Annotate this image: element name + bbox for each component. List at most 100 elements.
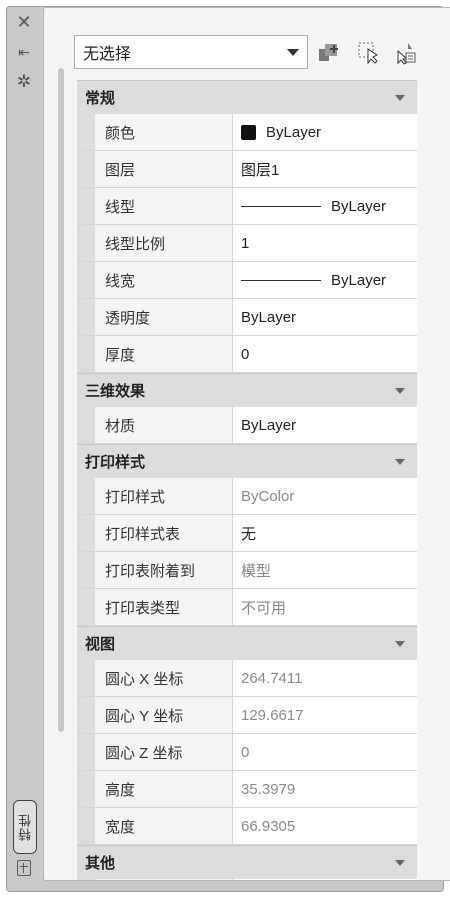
category-header[interactable]: 常规	[77, 80, 417, 114]
property-row[interactable]: 打印表附着到 模型	[77, 552, 417, 589]
property-value-text: ByLayer	[241, 416, 297, 434]
property-value-text: 66.9305	[241, 817, 296, 835]
property-value[interactable]: 0	[233, 336, 417, 372]
auto-hide-icon[interactable]: ⇤	[13, 41, 35, 63]
line-sample	[241, 279, 321, 281]
property-row[interactable]: 打印样式表无	[77, 515, 417, 552]
property-name: 注释比例	[95, 879, 233, 880]
row-indent	[77, 188, 95, 224]
property-value[interactable]: ByLayer	[233, 114, 417, 150]
chevron-down-icon[interactable]	[395, 459, 405, 465]
property-value-text: 35.3979	[241, 780, 296, 798]
property-value-text: ByLayer	[331, 197, 387, 215]
row-indent	[77, 114, 95, 150]
selection-dropdown[interactable]: 无选择	[74, 35, 308, 69]
property-value: 66.9305	[233, 808, 417, 844]
palette-titlebar: ✕ ⇤ ✲ 特性	[7, 7, 43, 891]
row-indent	[77, 225, 95, 261]
category-header[interactable]: 视图	[77, 626, 417, 660]
select-objects-icon[interactable]	[357, 41, 381, 65]
property-value[interactable]: ByLayer	[233, 188, 417, 224]
property-value-text: 1	[241, 234, 250, 252]
property-value[interactable]: ByLayer	[233, 262, 417, 298]
close-icon[interactable]: ✕	[13, 11, 35, 33]
property-row[interactable]: 圆心 X 坐标 264.7411	[77, 660, 417, 697]
category-name: 打印样式	[85, 454, 146, 471]
property-name: 颜色	[95, 114, 233, 150]
property-name: 透明度	[95, 299, 233, 335]
property-row[interactable]: 打印样式 ByColor	[77, 478, 417, 515]
row-indent	[77, 660, 95, 696]
row-indent	[77, 879, 95, 880]
property-name: 圆心 Z 坐标	[95, 734, 233, 770]
row-indent	[77, 262, 95, 298]
scrollbar[interactable]	[58, 68, 64, 732]
property-row[interactable]: 打印表类型 不可用	[77, 589, 417, 626]
property-row[interactable]: 注释比例1:1	[77, 879, 417, 880]
property-row[interactable]: 圆心 Z 坐标 0	[77, 734, 417, 771]
property-name: 图层	[95, 151, 233, 187]
property-value: 35.3979	[233, 771, 417, 807]
category-header[interactable]: 打印样式	[77, 444, 417, 478]
property-row[interactable]: 圆心 Y 坐标 129.6617	[77, 697, 417, 734]
property-name: 打印表类型	[95, 589, 233, 625]
property-value-text: ByLayer	[241, 308, 297, 326]
chevron-down-icon[interactable]	[395, 860, 405, 866]
properties-panel: 无选择 常规 颜色 ByLayer 图层 图层1 线型 ByLayer 线型比例 1 线宽 ByLa…	[43, 7, 450, 881]
color-swatch	[241, 124, 256, 140]
vertical-tab-label: 特性	[17, 813, 33, 841]
property-row[interactable]: 材质 ByLayer	[77, 407, 417, 444]
property-name: 线宽	[95, 262, 233, 298]
property-row[interactable]: 图层 图层1	[77, 151, 417, 188]
row-indent	[77, 151, 95, 187]
row-indent	[77, 589, 95, 625]
property-value: 0	[233, 734, 417, 770]
row-indent	[77, 478, 95, 514]
chevron-down-icon[interactable]	[395, 95, 405, 101]
palette-vertical-tab[interactable]: 特性	[13, 800, 37, 854]
category-name: 视图	[85, 636, 116, 653]
property-value-text: 不可用	[241, 599, 287, 617]
property-row[interactable]: 颜色 ByLayer	[77, 114, 417, 151]
category-name: 其他	[85, 855, 116, 872]
gear-icon[interactable]: ✲	[13, 71, 35, 93]
category-header[interactable]: 三维效果	[77, 373, 417, 407]
property-value[interactable]: 1:1	[233, 879, 417, 880]
row-indent	[77, 515, 95, 551]
property-row[interactable]: 宽度 66.9305	[77, 808, 417, 845]
property-value: 129.6617	[233, 697, 417, 733]
property-value: ByColor	[233, 478, 417, 514]
chevron-down-icon[interactable]	[395, 641, 405, 647]
category-header[interactable]: 其他	[77, 845, 417, 879]
property-name: 打印样式	[95, 478, 233, 514]
row-indent	[77, 336, 95, 372]
property-row[interactable]: 透明度 ByLayer	[77, 299, 417, 336]
property-name: 圆心 Y 坐标	[95, 697, 233, 733]
chevron-down-icon[interactable]	[395, 388, 405, 394]
property-row[interactable]: 线型比例 1	[77, 225, 417, 262]
property-name: 厚度	[95, 336, 233, 372]
property-value-text: 0	[241, 743, 250, 761]
row-indent	[77, 734, 95, 770]
property-value[interactable]: 无	[233, 515, 417, 551]
palette-menu-icon[interactable]	[17, 860, 31, 876]
property-value-text: 264.7411	[241, 669, 303, 687]
row-indent	[77, 407, 95, 443]
property-row[interactable]: 线型 ByLayer	[77, 188, 417, 225]
property-value[interactable]: ByLayer	[233, 407, 417, 443]
row-indent	[77, 697, 95, 733]
property-name: 宽度	[95, 808, 233, 844]
property-value[interactable]: ByLayer	[233, 299, 417, 335]
property-value[interactable]: 1	[233, 225, 417, 261]
quick-select-icon[interactable]	[394, 41, 418, 65]
property-row[interactable]: 线宽 ByLayer	[77, 262, 417, 299]
property-value-text: ByLayer	[266, 123, 322, 141]
property-row[interactable]: 高度 35.3979	[77, 771, 417, 808]
toggle-pickadd-icon[interactable]	[317, 41, 341, 65]
property-value-text: 0	[241, 345, 250, 363]
category-name: 常规	[85, 90, 116, 107]
property-value[interactable]: 图层1	[233, 151, 417, 187]
selection-dropdown-value: 无选择	[83, 46, 132, 63]
property-row[interactable]: 厚度 0	[77, 336, 417, 373]
line-sample	[241, 205, 321, 207]
